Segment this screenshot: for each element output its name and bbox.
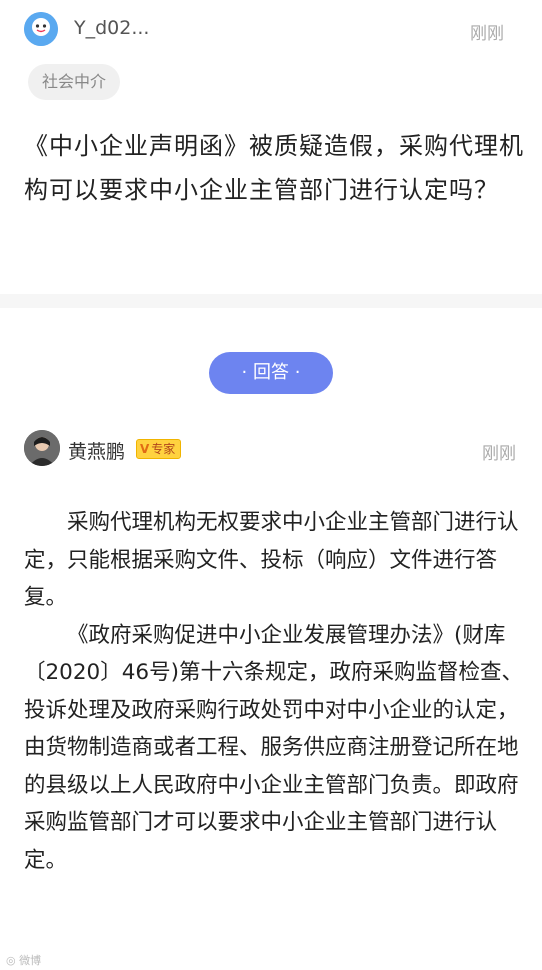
answer-body: 采购代理机构无权要求中小企业主管部门进行认定，只能根据采购文件、投标（响应）文件… (24, 504, 524, 879)
watermark: ◎ 微博 (6, 952, 41, 968)
question-username[interactable]: Y_d02... (74, 17, 149, 39)
weibo-icon: ◎ (6, 954, 16, 967)
answer-paragraph: 采购代理机构无权要求中小企业主管部门进行认定，只能根据采购文件、投标（响应）文件… (24, 510, 519, 610)
answer-time: 刚刚 (482, 444, 516, 464)
answer-paragraph: 《政府采购促进中小企业发展管理办法》(财库〔2020〕46号)第十六条规定，政府… (24, 622, 523, 873)
expert-badge-label: 专家 (151, 442, 176, 456)
expert-badge: V 专家 (136, 439, 182, 459)
question-header: Y_d02... 刚刚 (0, 0, 542, 60)
section-divider (0, 294, 542, 308)
watermark-text: 微博 (19, 954, 42, 967)
v-badge-icon: V (140, 442, 150, 456)
answerer-avatar[interactable] (24, 430, 60, 466)
person-photo-icon (24, 430, 60, 466)
category-tag[interactable]: 社会中介 (28, 64, 121, 100)
answer-button[interactable]: · 回答 · (209, 352, 333, 394)
question-title: 《中小企业声明函》被质疑造假，采购代理机构可以要求中小企业主管部门进行认定吗？ (24, 132, 524, 204)
answerer-name[interactable]: 黄燕鹏 (68, 437, 125, 464)
default-avatar-icon (24, 12, 58, 46)
user-avatar[interactable] (24, 12, 58, 46)
question-time: 刚刚 (470, 24, 504, 44)
